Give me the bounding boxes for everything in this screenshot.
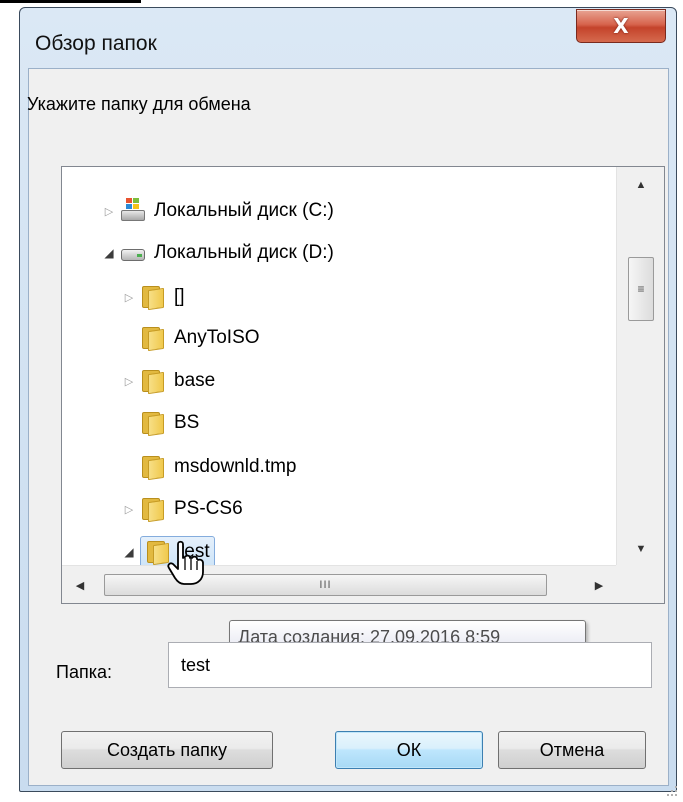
tree-item-folder[interactable]: BS xyxy=(140,403,199,443)
tree-item-label: PS-CS6 xyxy=(174,498,243,519)
scroll-down-arrow-icon[interactable]: ▼ xyxy=(617,531,665,567)
tree-item-folder[interactable]: ▷ base xyxy=(122,361,215,401)
window-title: Обзор папок xyxy=(35,32,157,55)
tree-item-folder[interactable]: ▷ PS-CS6 xyxy=(122,489,243,529)
expand-arrow-icon[interactable]: ▷ xyxy=(122,290,136,304)
tree-item-folder[interactable]: msdownld.tmp xyxy=(140,447,297,487)
folder-icon xyxy=(140,284,166,311)
scrollbar-corner xyxy=(616,565,664,603)
windows-drive-icon xyxy=(120,198,146,224)
folder-icon xyxy=(140,496,166,523)
tree-item-label: base xyxy=(174,370,216,391)
title-bar[interactable]: Обзор папок X xyxy=(20,8,676,72)
tree-rows: ▷ Локальный диск (C:) ◢ Локальный диск (… xyxy=(62,167,617,567)
tree-item-label: [] xyxy=(174,286,185,307)
scroll-up-arrow-icon[interactable]: ▲ xyxy=(617,167,665,203)
expand-arrow-icon[interactable]: ▷ xyxy=(122,502,136,516)
cancel-button[interactable]: Отмена xyxy=(498,731,646,769)
vertical-scroll-thumb[interactable]: ≡ xyxy=(628,257,654,321)
tree-item-folder[interactable]: AnyToISO xyxy=(140,318,260,358)
collapse-arrow-icon[interactable]: ◢ xyxy=(122,545,136,559)
tree-item-label: msdownld.tmp xyxy=(174,456,297,477)
hard-drive-icon xyxy=(120,240,146,266)
scroll-right-arrow-icon[interactable]: ▶ xyxy=(581,566,617,604)
tree-item-folder[interactable]: ▷ [] xyxy=(122,277,185,317)
folder-field-label: Папка: xyxy=(56,662,112,682)
tree-item-label: Локальный диск (C:) xyxy=(154,200,334,221)
hand-pointer-cursor-icon xyxy=(167,540,204,585)
collapse-arrow-icon[interactable]: ◢ xyxy=(102,246,116,260)
resize-grip-icon[interactable] xyxy=(663,782,677,796)
folder-name-input[interactable] xyxy=(168,642,652,688)
tree-item-drive-d[interactable]: ◢ Локальный диск (D:) xyxy=(102,233,334,273)
close-icon: X xyxy=(613,14,629,38)
scroll-left-arrow-icon[interactable]: ◀ xyxy=(62,566,98,604)
top-rule-line xyxy=(0,0,141,3)
folder-icon xyxy=(140,368,166,395)
expand-arrow-icon[interactable]: ▷ xyxy=(102,204,116,218)
ok-button[interactable]: ОК xyxy=(335,731,483,769)
instruction-text: Укажите папку для обмена xyxy=(27,94,251,114)
folder-icon xyxy=(140,325,166,352)
tree-item-label: AnyToISO xyxy=(174,327,260,348)
folder-icon xyxy=(140,410,166,437)
tree-item-drive-c[interactable]: ▷ Локальный диск (C:) xyxy=(102,191,334,231)
tree-item-label: BS xyxy=(174,412,200,433)
folder-tree[interactable]: ▷ Локальный диск (C:) ◢ Локальный диск (… xyxy=(61,166,665,604)
create-folder-button[interactable]: Создать папку xyxy=(61,731,273,769)
folder-icon xyxy=(140,454,166,481)
close-button[interactable]: X xyxy=(576,9,666,43)
tree-item-label: Локальный диск (D:) xyxy=(154,242,334,263)
horizontal-scrollbar[interactable]: ◀ III ▶ xyxy=(62,565,617,603)
expand-arrow-icon[interactable]: ▷ xyxy=(122,374,136,388)
vertical-scrollbar[interactable]: ▲ ≡ ▼ xyxy=(616,167,664,567)
